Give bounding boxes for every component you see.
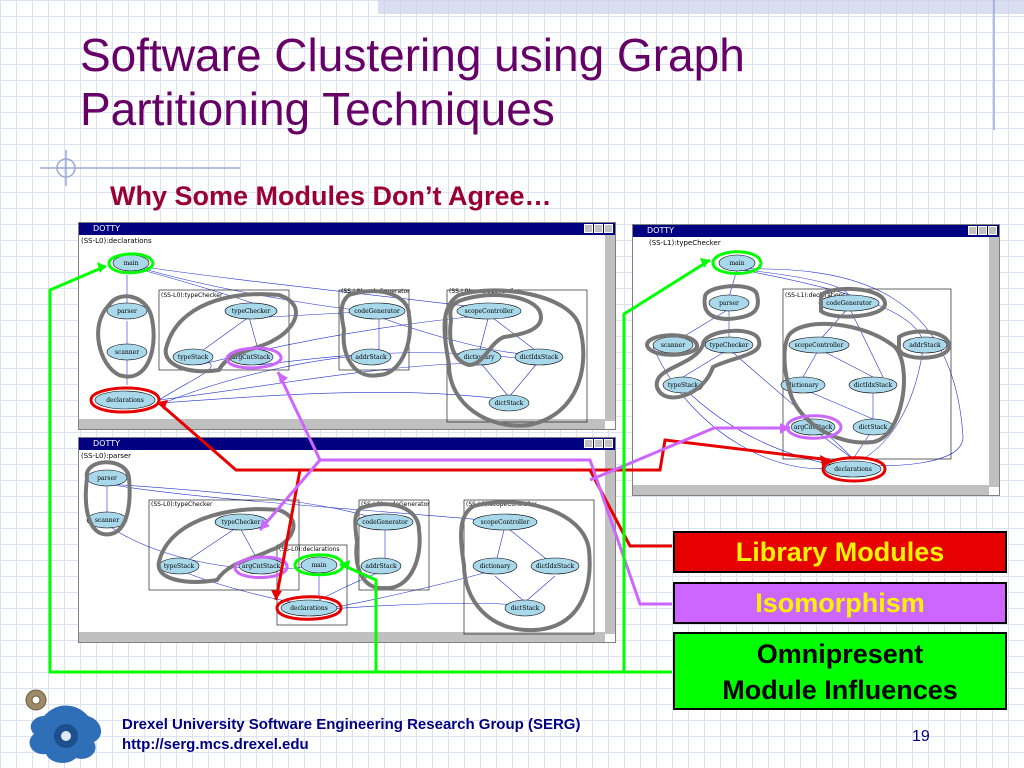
maximize-button[interactable] [978, 226, 987, 235]
node-parser: parser [719, 300, 739, 307]
node-dictionary: dictionary [480, 563, 511, 570]
maximize-button[interactable] [594, 439, 603, 448]
node-scanner: scanner [95, 517, 119, 524]
dotty-window-left-bottom[interactable]: DOTTY (SS-L0):parser (SS-L0):typeChecker… [78, 437, 616, 643]
minimize-button[interactable] [968, 226, 977, 235]
node-typestack: typeStack [178, 354, 209, 361]
close-button[interactable] [988, 226, 997, 235]
legend-library-modules: Library Modules [673, 531, 1007, 573]
legend-omnipresent-line1: Omnipresent [756, 639, 924, 669]
node-scopecontroller: scopeController [481, 519, 530, 526]
dotty-window-left-top[interactable]: DOTTY (SS-L0):declarations (SS-L0):typeC… [78, 222, 616, 430]
legend-omnipresent-line2: Module Influences [722, 675, 958, 705]
node-main: main [123, 260, 138, 267]
node-addrstack: addrStack [365, 563, 397, 570]
window-titlebar[interactable]: DOTTY [633, 225, 999, 237]
page-number: 19 [912, 728, 930, 745]
node-dictidxstack: dictIdxStack [536, 563, 575, 570]
node-dictstack: dictStack [511, 605, 540, 612]
legend-omnipresent-module-influences: Omnipresent Module Influences [673, 632, 1007, 710]
node-typechecker: typeChecker [222, 519, 261, 526]
minimize-button[interactable] [584, 224, 593, 233]
node-dictidxstack: dictIdxStack [520, 354, 559, 361]
node-typechecker: typeChecker [232, 308, 271, 315]
node-parser: parser [117, 308, 137, 315]
node-dictionary: dictionary [788, 382, 819, 389]
dependency-graph: (SS-L0):typeChecker (SS-L0):codeGenerato… [89, 252, 588, 428]
slide-subtitle: Why Some Modules Don’t Agree… [110, 181, 552, 211]
serg-logo-icon [25, 689, 102, 763]
window-titlebar[interactable]: DOTTY [79, 438, 615, 450]
node-declarations: declarations [106, 397, 144, 404]
node-codegenerator: codeGenerator [362, 519, 408, 526]
maximize-button[interactable] [594, 224, 603, 233]
minimize-button[interactable] [584, 439, 593, 448]
footer-organization: Drexel University Software Engineering R… [122, 716, 581, 733]
node-addrstack: addrStack [909, 342, 941, 349]
node-scopecontroller: scopeController [795, 342, 844, 349]
node-codegenerator: codeGenerator [354, 308, 400, 315]
cluster-label: (SS-L0):typeChecker [161, 292, 223, 299]
node-argcntstack: argCntStack [242, 563, 281, 570]
cluster-label: (SS-L0):declarations [279, 546, 340, 553]
node-declarations: declarations [290, 605, 328, 612]
node-dictstack: dictStack [495, 400, 524, 407]
close-button[interactable] [604, 439, 613, 448]
window-titlebar[interactable]: DOTTY [79, 223, 615, 235]
dotty-window-right[interactable]: DOTTY (SS-L1):typeChecker (SS-L1):declar… [632, 224, 1000, 496]
node-parser: parser [97, 475, 117, 482]
node-scanner: scanner [115, 349, 139, 356]
node-addrstack: addrStack [355, 354, 387, 361]
slide-title: Software Clustering using Graph Partitio… [80, 29, 745, 135]
node-scanner: scanner [661, 342, 685, 349]
node-main: main [311, 562, 326, 569]
legend-isomorphism: Isomorphism [673, 582, 1007, 624]
node-codegenerator: codeGenerator [826, 300, 872, 307]
footer-url[interactable]: http://serg.mcs.drexel.edu [122, 736, 309, 753]
node-dictidxstack: dictIdxStack [854, 382, 893, 389]
window-title: DOTTY [93, 439, 120, 448]
window-title: DOTTY [647, 226, 674, 235]
dependency-graph: (SS-L1):declarations main parser scanner… [644, 250, 964, 483]
cluster-label: (SS-L0):typeChecker [151, 501, 213, 508]
close-button[interactable] [604, 224, 613, 233]
node-main: main [729, 260, 744, 267]
node-declarations: declarations [834, 466, 872, 473]
window-title: DOTTY [93, 224, 120, 233]
node-scopecontroller: scopeController [465, 308, 514, 315]
node-typestack: typeStack [668, 382, 699, 389]
node-typechecker: typeChecker [710, 342, 749, 349]
dependency-graph: (SS-L0):typeChecker (SS-L0):codeGenerato… [83, 460, 595, 635]
node-dictstack: dictStack [859, 424, 888, 431]
node-typestack: typeStack [164, 563, 195, 570]
